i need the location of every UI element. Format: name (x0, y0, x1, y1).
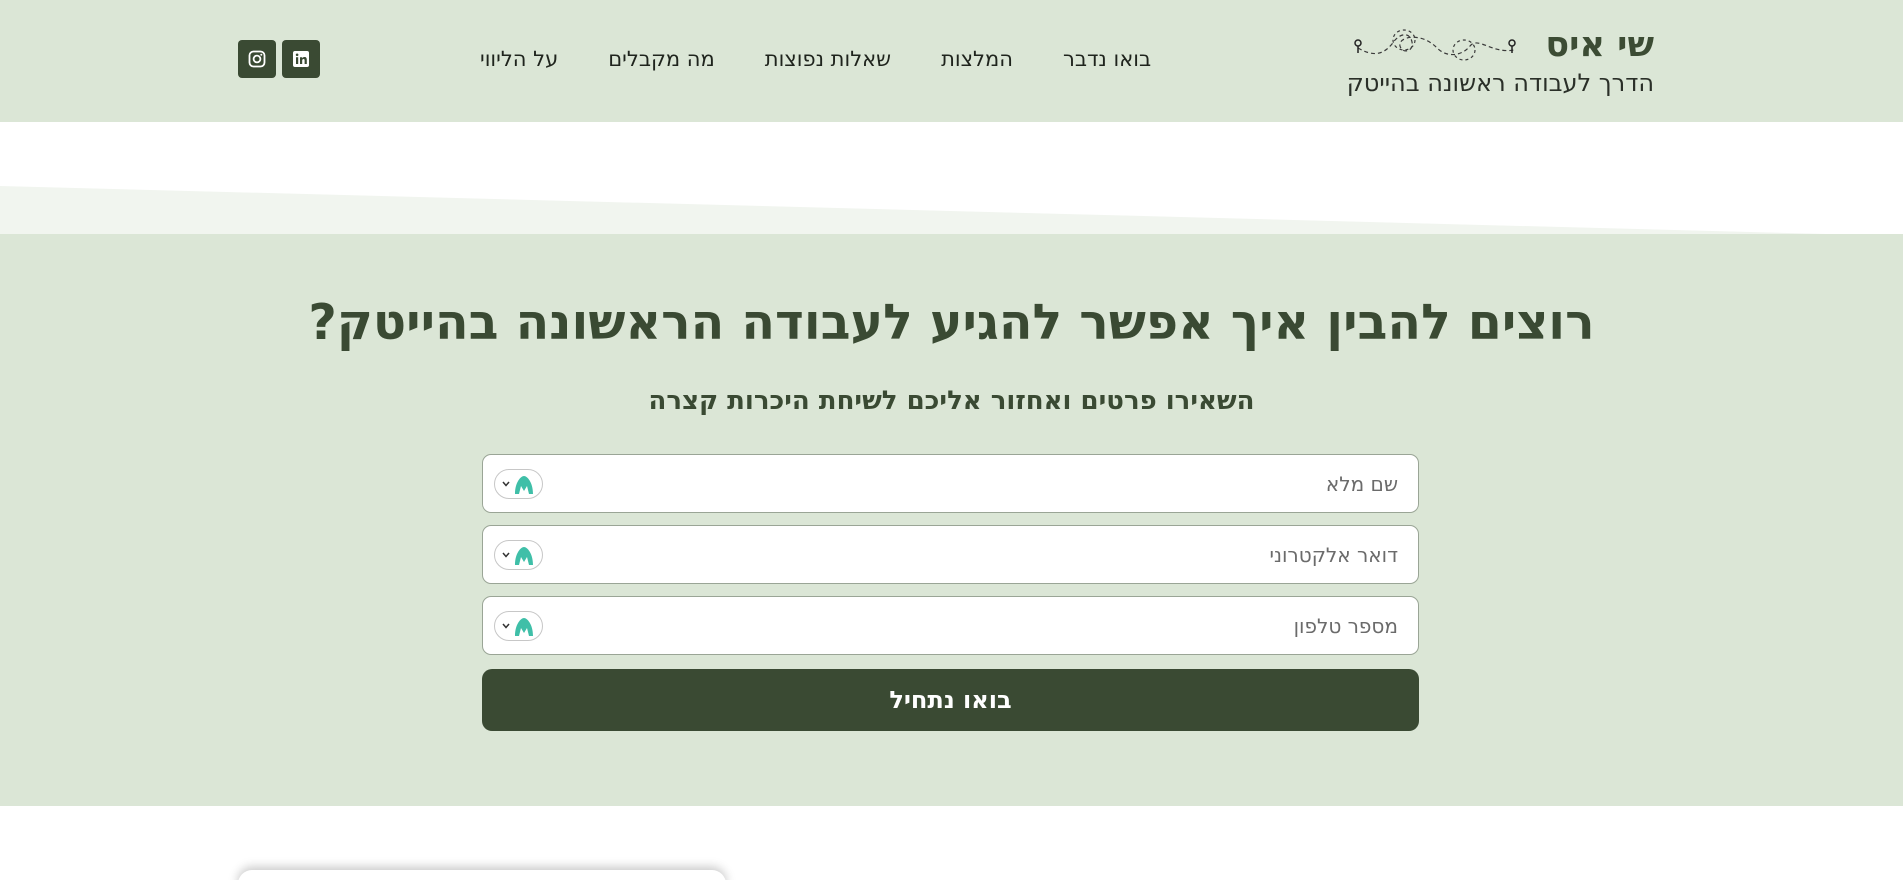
hero-subtitle: השאירו פרטים ואחזור אליכם לשיחת היכרות ק… (648, 386, 1255, 416)
phone-input[interactable] (553, 597, 1398, 654)
autofill-icon (515, 476, 533, 494)
brand-tagline: הדרך לעבודה ראשונה בהייטק (1346, 69, 1654, 97)
autofill-widget[interactable] (494, 540, 543, 570)
autofill-icon (515, 618, 533, 636)
brand-name: שי איס (1545, 25, 1654, 65)
route-path-icon (1354, 29, 1516, 61)
lead-form: בואו נתחיל (482, 454, 1419, 731)
autofill-icon (515, 547, 533, 565)
instagram-button[interactable] (238, 40, 276, 78)
nav-item-contact[interactable]: בואו נדבר (1063, 42, 1151, 76)
autofill-widget[interactable] (494, 469, 543, 499)
linkedin-icon (293, 51, 309, 67)
hero-title: רוצים להבין איך אפשר להגיע לעבודה הראשונ… (308, 294, 1595, 351)
email-field-wrapper (482, 525, 1419, 584)
nav-item-testimonials[interactable]: המלצות (941, 42, 1013, 76)
card-preview (238, 870, 726, 880)
nav-item-about[interactable]: על הליווי (480, 42, 558, 76)
autofill-widget[interactable] (494, 611, 543, 641)
email-input[interactable] (553, 526, 1398, 583)
page: שי איס הדרך לעבודה ראשונה בהייטק על הליו… (0, 0, 1903, 880)
brand-logo[interactable]: שי איס הדרך לעבודה ראשונה בהייטק (1347, 24, 1654, 100)
full-name-field-wrapper (482, 454, 1419, 513)
full-name-input[interactable] (553, 455, 1398, 512)
chevron-down-icon (502, 552, 510, 558)
instagram-icon (248, 50, 266, 68)
chevron-down-icon (502, 481, 510, 487)
nav-item-faq[interactable]: שאלות נפוצות (765, 42, 891, 76)
site-header: שי איס הדרך לעבודה ראשונה בהייטק על הליו… (0, 0, 1903, 122)
linkedin-button[interactable] (282, 40, 320, 78)
submit-button[interactable]: בואו נתחיל (482, 669, 1419, 731)
social-links (238, 40, 320, 78)
main-nav: על הליווי מה מקבלים שאלות נפוצות המלצות … (480, 42, 1180, 76)
nav-item-what-you-get[interactable]: מה מקבלים (608, 42, 715, 76)
phone-field-wrapper (482, 596, 1419, 655)
chevron-down-icon (502, 623, 510, 629)
